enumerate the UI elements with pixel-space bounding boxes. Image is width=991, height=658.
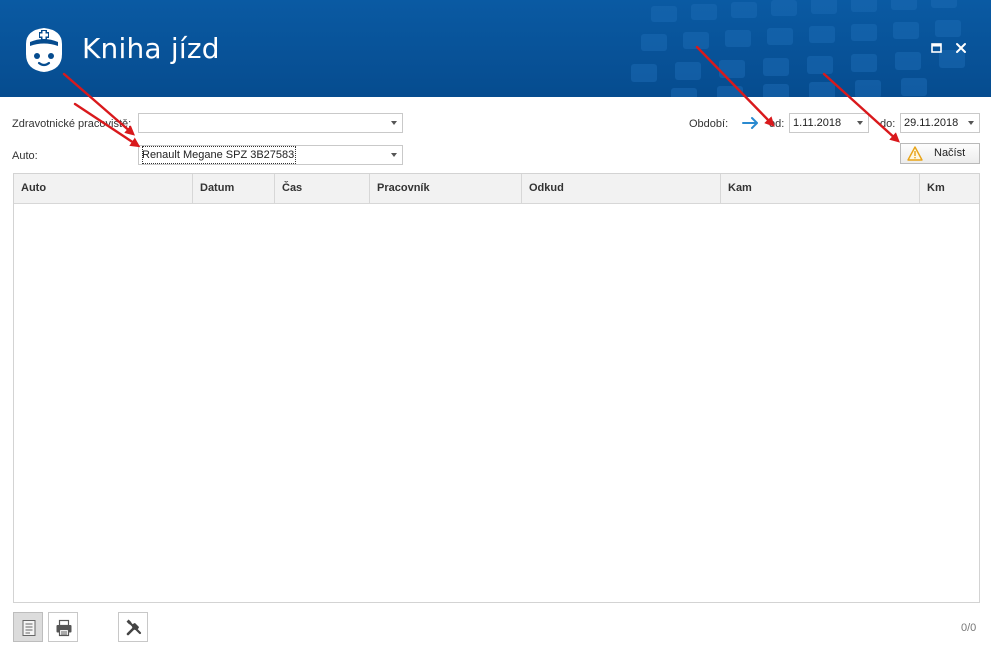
column-header-auto[interactable]: Auto: [14, 174, 193, 203]
chevron-down-icon[interactable]: [852, 114, 868, 132]
maximize-button[interactable]: [926, 38, 946, 58]
chevron-down-icon[interactable]: [386, 114, 402, 132]
column-header-km[interactable]: Km: [920, 174, 979, 203]
tools-button[interactable]: [118, 612, 148, 642]
title-bar: Kniha jízd: [0, 0, 991, 97]
date-from-value: 1.11.2018: [793, 117, 842, 129]
trips-table[interactable]: Auto Datum Čas Pracovník Odkud Kam Km: [13, 173, 980, 603]
workplace-select[interactable]: [138, 113, 403, 133]
date-to-value: 29.11.2018: [904, 117, 959, 129]
arrow-right-icon: [742, 117, 758, 129]
chevron-down-icon[interactable]: [963, 114, 979, 132]
column-header-pracovnik[interactable]: Pracovník: [370, 174, 522, 203]
column-header-odkud[interactable]: Odkud: [522, 174, 721, 203]
column-header-cas[interactable]: Čas: [275, 174, 370, 203]
date-from-picker[interactable]: 1.11.2018: [789, 113, 869, 133]
column-header-kam[interactable]: Kam: [721, 174, 920, 203]
close-button[interactable]: [951, 38, 971, 58]
load-button-label: Načíst: [934, 147, 966, 159]
column-header-datum[interactable]: Datum: [193, 174, 275, 203]
date-to-label: do:: [880, 118, 896, 130]
car-value: Renault Megane SPZ 3B27583: [142, 146, 297, 164]
nurse-icon: [26, 28, 62, 72]
date-from-label: od:: [769, 118, 785, 130]
list-view-button[interactable]: [13, 612, 43, 642]
print-button[interactable]: [48, 612, 78, 642]
car-select[interactable]: Renault Megane SPZ 3B27583: [138, 145, 403, 165]
date-to-picker[interactable]: 29.11.2018: [900, 113, 980, 133]
chevron-down-icon[interactable]: [386, 146, 402, 164]
car-label: Auto:: [12, 150, 38, 162]
tools-icon: [126, 619, 142, 636]
workplace-label: Zdravotnické pracoviště:: [12, 118, 132, 130]
table-header: Auto Datum Čas Pracovník Odkud Kam Km: [14, 174, 979, 204]
record-counter: 0/0: [961, 622, 977, 634]
period-label: Období:: [689, 118, 729, 130]
list-view-icon: [22, 620, 36, 636]
load-button[interactable]: Načíst: [900, 143, 980, 164]
maximize-icon: [931, 43, 942, 53]
close-icon: [956, 43, 966, 53]
print-icon: [56, 619, 72, 637]
window-title: Kniha jízd: [82, 32, 220, 65]
warning-icon: [907, 146, 923, 161]
